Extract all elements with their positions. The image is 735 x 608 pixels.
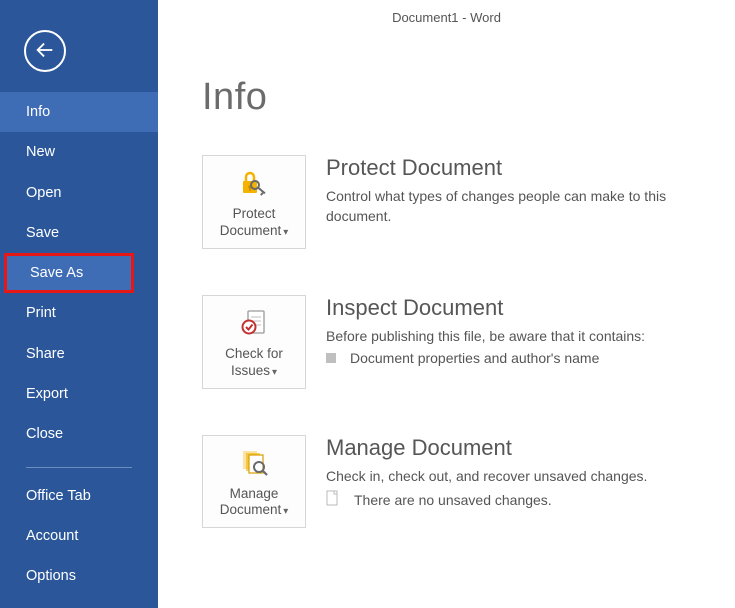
row-manage-document: Manage Document▾ Manage Document Check i… (202, 435, 711, 529)
sidebar-item-label: Print (26, 305, 56, 321)
sidebar-item-label: Info (26, 104, 50, 120)
manage-bullet-text: There are no unsaved changes. (354, 492, 552, 508)
backstage-main: Document1 - Word Info Protect (158, 0, 735, 608)
document-icon (326, 490, 340, 509)
row-protect-document: Protect Document▾ Protect Document Contr… (202, 155, 711, 249)
sidebar-item-new[interactable]: New (0, 132, 158, 172)
manage-bullet: There are no unsaved changes. (326, 490, 711, 509)
sidebar-item-label: Account (26, 528, 78, 544)
sidebar-item-share[interactable]: Share (0, 334, 158, 374)
sidebar-item-label: Options (26, 568, 76, 584)
protect-document-button[interactable]: Protect Document▾ (202, 155, 306, 249)
sidebar-item-label: Export (26, 386, 68, 402)
document-stack-search-icon (237, 446, 271, 480)
sidebar-item-print[interactable]: Print (0, 293, 158, 333)
backstage-sidebar: Info New Open Save Save As Print Share E… (0, 0, 158, 608)
tile-label: Manage Document▾ (220, 486, 289, 520)
inspect-bullet-text: Document properties and author's name (350, 350, 599, 366)
inspect-bullet: Document properties and author's name (326, 350, 711, 366)
sidebar-item-options[interactable]: Options (0, 556, 158, 596)
check-for-issues-button[interactable]: Check for Issues▾ (202, 295, 306, 389)
highlight-box: Save As (4, 253, 134, 293)
sidebar-item-label: Open (26, 185, 61, 201)
tile-label: Protect Document▾ (220, 206, 289, 240)
tile-label: Check for Issues▾ (225, 346, 283, 380)
sidebar-item-save[interactable]: Save (0, 213, 158, 253)
sidebar-item-open[interactable]: Open (0, 173, 158, 213)
chevron-down-icon: ▾ (283, 227, 288, 238)
arrow-left-icon (34, 39, 56, 64)
document-check-icon (238, 306, 270, 340)
window-title: Document1 - Word (158, 10, 735, 25)
sidebar-item-office-tab[interactable]: Office Tab (0, 476, 158, 516)
page-title: Info (202, 76, 711, 119)
manage-desc: Check in, check out, and recover unsaved… (326, 467, 711, 487)
inspect-desc: Before publishing this file, be aware th… (326, 327, 711, 347)
sidebar-item-label: Save As (30, 265, 83, 281)
sidebar-item-info[interactable]: Info (0, 92, 158, 132)
sidebar-item-account[interactable]: Account (0, 516, 158, 556)
back-button[interactable] (24, 30, 66, 72)
sidebar-item-close[interactable]: Close (0, 414, 158, 454)
sidebar-item-label: Save (26, 225, 59, 241)
sidebar-item-label: Share (26, 346, 65, 362)
manage-heading: Manage Document (326, 435, 711, 461)
protect-desc: Control what types of changes people can… (326, 187, 711, 226)
lock-key-icon (237, 166, 271, 200)
sidebar-divider (26, 467, 132, 468)
chevron-down-icon: ▾ (283, 506, 288, 517)
protect-heading: Protect Document (326, 155, 711, 181)
inspect-heading: Inspect Document (326, 295, 711, 321)
sidebar-item-label: Close (26, 426, 63, 442)
chevron-down-icon: ▾ (272, 367, 277, 378)
sidebar-item-label: Office Tab (26, 488, 91, 504)
square-bullet-icon (326, 353, 336, 363)
manage-document-button[interactable]: Manage Document▾ (202, 435, 306, 529)
sidebar-item-save-as[interactable]: Save As (0, 253, 158, 293)
sidebar-item-export[interactable]: Export (0, 374, 158, 414)
row-inspect-document: Check for Issues▾ Inspect Document Befor… (202, 295, 711, 389)
sidebar-item-label: New (26, 144, 55, 160)
